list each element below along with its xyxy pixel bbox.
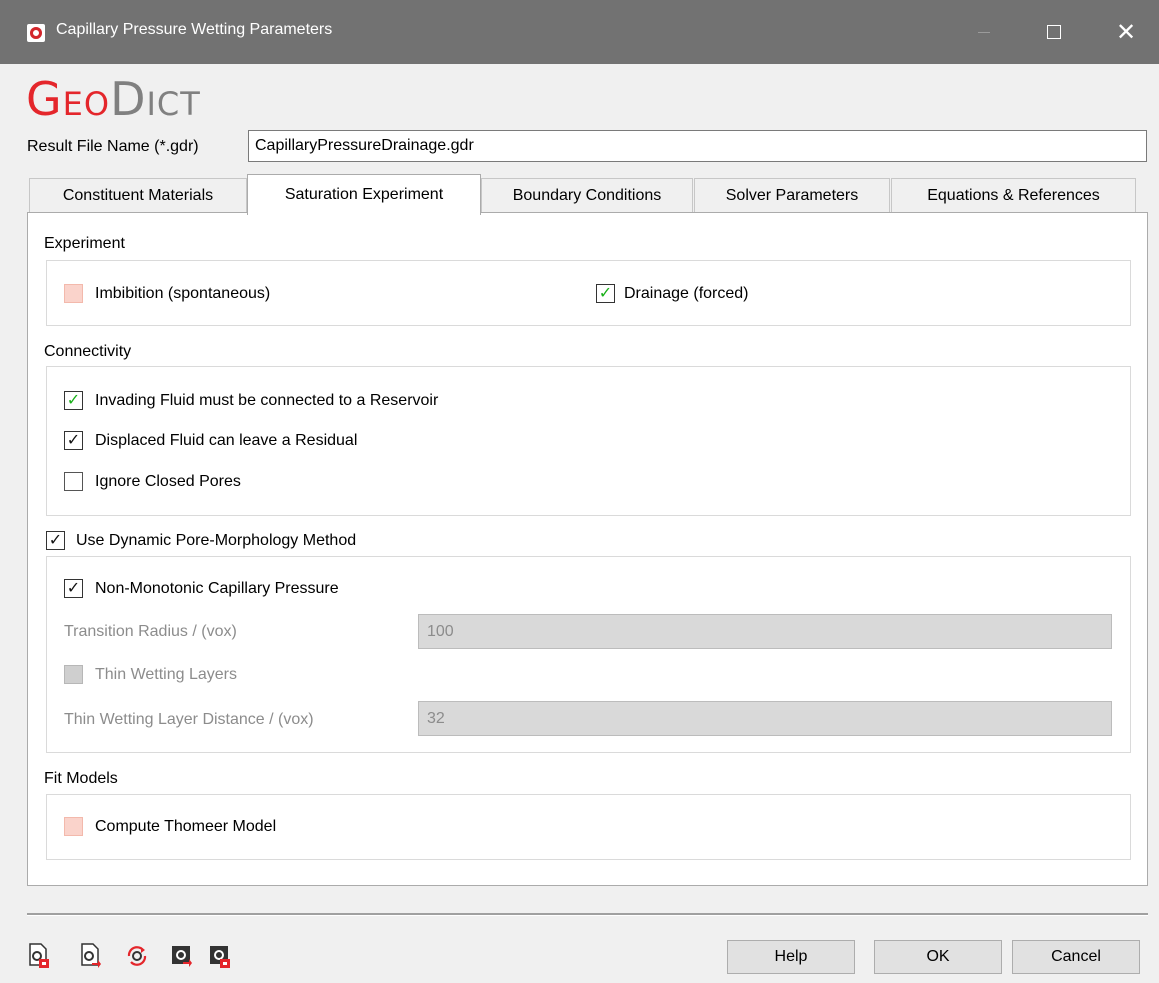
maximize-button[interactable]: [1031, 10, 1077, 54]
dynamic-pore-morphology-label: Use Dynamic Pore-Morphology Method: [76, 532, 357, 549]
check-icon: ✓: [66, 391, 81, 409]
thomeer-model-checkbox[interactable]: [64, 817, 83, 836]
close-button[interactable]: ✕: [1103, 10, 1149, 54]
thin-wetting-layers-checkbox[interactable]: [64, 665, 83, 684]
thin-layer-distance-input[interactable]: 32: [418, 701, 1112, 736]
imbibition-checkbox[interactable]: [64, 284, 83, 303]
ok-button[interactable]: OK: [874, 940, 1002, 974]
non-monotonic-checkbox[interactable]: ✓: [64, 579, 83, 598]
close-icon: ✕: [1115, 18, 1137, 46]
drainage-label: Drainage (forced): [624, 285, 749, 302]
displaced-fluid-label: Displaced Fluid can leave a Residual: [95, 432, 358, 449]
window-title: Capillary Pressure Wetting Parameters: [56, 21, 333, 38]
logo-dict: Dict: [110, 72, 201, 126]
invading-fluid-checkbox[interactable]: ✓: [64, 391, 83, 410]
connectivity-section-label: Connectivity: [44, 343, 132, 360]
thin-wetting-layers-label: Thin Wetting Layers: [95, 666, 237, 683]
tab-boundary-conditions[interactable]: Boundary Conditions: [481, 178, 693, 213]
result-file-input[interactable]: CapillaryPressureDrainage.gdr: [248, 130, 1147, 162]
title-bar: Capillary Pressure Wetting Parameters ✕: [0, 0, 1159, 64]
tab-constituent-materials[interactable]: Constituent Materials: [29, 178, 247, 213]
export-settings-icon[interactable]: [209, 943, 231, 969]
tab-saturation-experiment[interactable]: Saturation Experiment: [247, 174, 481, 215]
check-icon: ✓: [48, 531, 63, 549]
footer-divider: [27, 913, 1148, 916]
logo-geo: Geo: [26, 72, 111, 126]
maximize-icon: [1047, 25, 1061, 39]
thin-layer-distance-label: Thin Wetting Layer Distance / (vox): [64, 711, 314, 728]
cancel-button[interactable]: Cancel: [1012, 940, 1140, 974]
check-icon: ✓: [598, 284, 613, 302]
help-button[interactable]: Help: [727, 940, 855, 974]
macro-settings-icon[interactable]: [171, 943, 193, 969]
ignore-closed-pores-label: Ignore Closed Pores: [95, 473, 241, 490]
drainage-checkbox[interactable]: ✓: [596, 284, 615, 303]
invading-fluid-label: Invading Fluid must be connected to a Re…: [95, 392, 439, 409]
imbibition-label: Imbibition (spontaneous): [95, 285, 271, 302]
geodict-app-icon: [27, 24, 45, 42]
transition-radius-input[interactable]: 100: [418, 614, 1112, 649]
experiment-section-label: Experiment: [44, 235, 125, 252]
tab-solver-parameters[interactable]: Solver Parameters: [694, 178, 890, 213]
check-icon: ✓: [66, 431, 81, 449]
check-icon: ✓: [66, 579, 81, 597]
non-monotonic-label: Non-Monotonic Capillary Pressure: [95, 580, 339, 597]
reset-settings-icon[interactable]: [125, 943, 149, 969]
minimize-icon: [978, 31, 990, 33]
minimize-button[interactable]: [961, 10, 1007, 54]
dynamic-pore-morphology-checkbox[interactable]: ✓: [46, 531, 65, 550]
save-settings-icon[interactable]: [80, 943, 102, 969]
geodict-logo: GeoDict: [26, 76, 201, 122]
load-settings-icon[interactable]: [28, 943, 50, 969]
transition-radius-label: Transition Radius / (vox): [64, 623, 237, 640]
tab-equations-references[interactable]: Equations & References: [891, 178, 1136, 213]
thomeer-model-label: Compute Thomeer Model: [95, 818, 277, 835]
fit-models-section-label: Fit Models: [44, 770, 118, 787]
result-file-label: Result File Name (*.gdr): [27, 138, 199, 155]
ignore-closed-pores-checkbox[interactable]: [64, 472, 83, 491]
displaced-fluid-checkbox[interactable]: ✓: [64, 431, 83, 450]
